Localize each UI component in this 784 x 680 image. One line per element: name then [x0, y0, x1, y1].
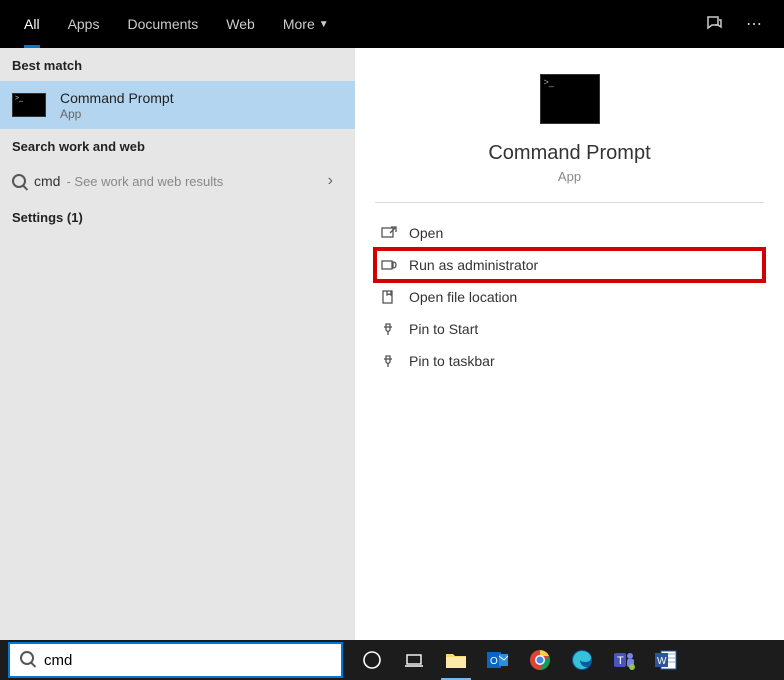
tab-more-label: More [283, 16, 315, 32]
taskbar-app-teams[interactable]: T [603, 640, 645, 680]
detail-title: Command Prompt [375, 142, 764, 165]
best-match-subtitle: App [60, 107, 174, 121]
section-best-match: Best match [0, 48, 355, 81]
more-options-icon[interactable]: ⋯ [734, 4, 774, 44]
section-search-work-web: Search work and web [0, 129, 355, 162]
taskbar-search-box[interactable] [8, 642, 343, 678]
svg-text:O: O [490, 656, 498, 667]
web-result-cmd[interactable]: cmd - See work and web results › [0, 162, 355, 200]
action-pin-taskbar-label: Pin to taskbar [409, 353, 495, 369]
action-pin-to-start[interactable]: Pin to Start [375, 313, 764, 345]
command-prompt-icon [540, 74, 600, 124]
taskbar-app-word[interactable]: W [645, 640, 687, 680]
action-open[interactable]: Open [375, 217, 764, 249]
section-settings[interactable]: Settings (1) [0, 200, 355, 233]
svg-text:T: T [617, 655, 624, 667]
feedback-icon[interactable] [694, 4, 734, 44]
action-pin-to-taskbar[interactable]: Pin to taskbar [375, 345, 764, 377]
action-pin-start-label: Pin to Start [409, 321, 478, 337]
action-open-location-label: Open file location [409, 289, 517, 305]
taskbar-app-file-explorer[interactable] [435, 640, 477, 680]
search-icon [12, 174, 34, 188]
web-result-subtitle: - See work and web results [66, 174, 223, 189]
svg-text:W: W [657, 656, 667, 667]
best-match-title: Command Prompt [60, 89, 174, 107]
tab-web[interactable]: Web [212, 0, 269, 48]
shield-icon [381, 257, 409, 273]
cortana-icon[interactable] [351, 640, 393, 680]
tab-all[interactable]: All [10, 0, 54, 48]
search-tabs-bar: All Apps Documents Web More ▼ ⋯ [0, 0, 784, 48]
taskbar: O T W [0, 640, 784, 680]
action-open-file-location[interactable]: Open file location [375, 281, 764, 313]
open-icon [381, 225, 409, 241]
search-input[interactable] [44, 652, 331, 669]
command-prompt-icon [12, 93, 46, 117]
search-icon [20, 651, 34, 670]
action-open-label: Open [409, 225, 443, 241]
divider [375, 202, 764, 203]
tab-more[interactable]: More ▼ [269, 0, 343, 48]
action-run-as-administrator[interactable]: Run as administrator [375, 249, 764, 281]
taskbar-app-edge[interactable] [561, 640, 603, 680]
detail-subtitle: App [375, 169, 764, 184]
best-match-result[interactable]: Command Prompt App [0, 81, 355, 129]
folder-icon [381, 289, 409, 305]
web-result-query: cmd [34, 173, 60, 189]
chevron-right-icon: › [328, 172, 333, 190]
task-view-icon[interactable] [393, 640, 435, 680]
pin-icon [381, 353, 409, 369]
pin-icon [381, 321, 409, 337]
tab-documents[interactable]: Documents [113, 0, 212, 48]
action-run-admin-label: Run as administrator [409, 257, 538, 273]
tab-apps[interactable]: Apps [54, 0, 114, 48]
chevron-down-icon: ▼ [319, 19, 329, 30]
taskbar-app-outlook[interactable]: O [477, 640, 519, 680]
details-panel: Command Prompt App Open Run as administr… [355, 48, 784, 640]
taskbar-app-chrome[interactable] [519, 640, 561, 680]
results-panel: Best match Command Prompt App Search wor… [0, 48, 355, 640]
